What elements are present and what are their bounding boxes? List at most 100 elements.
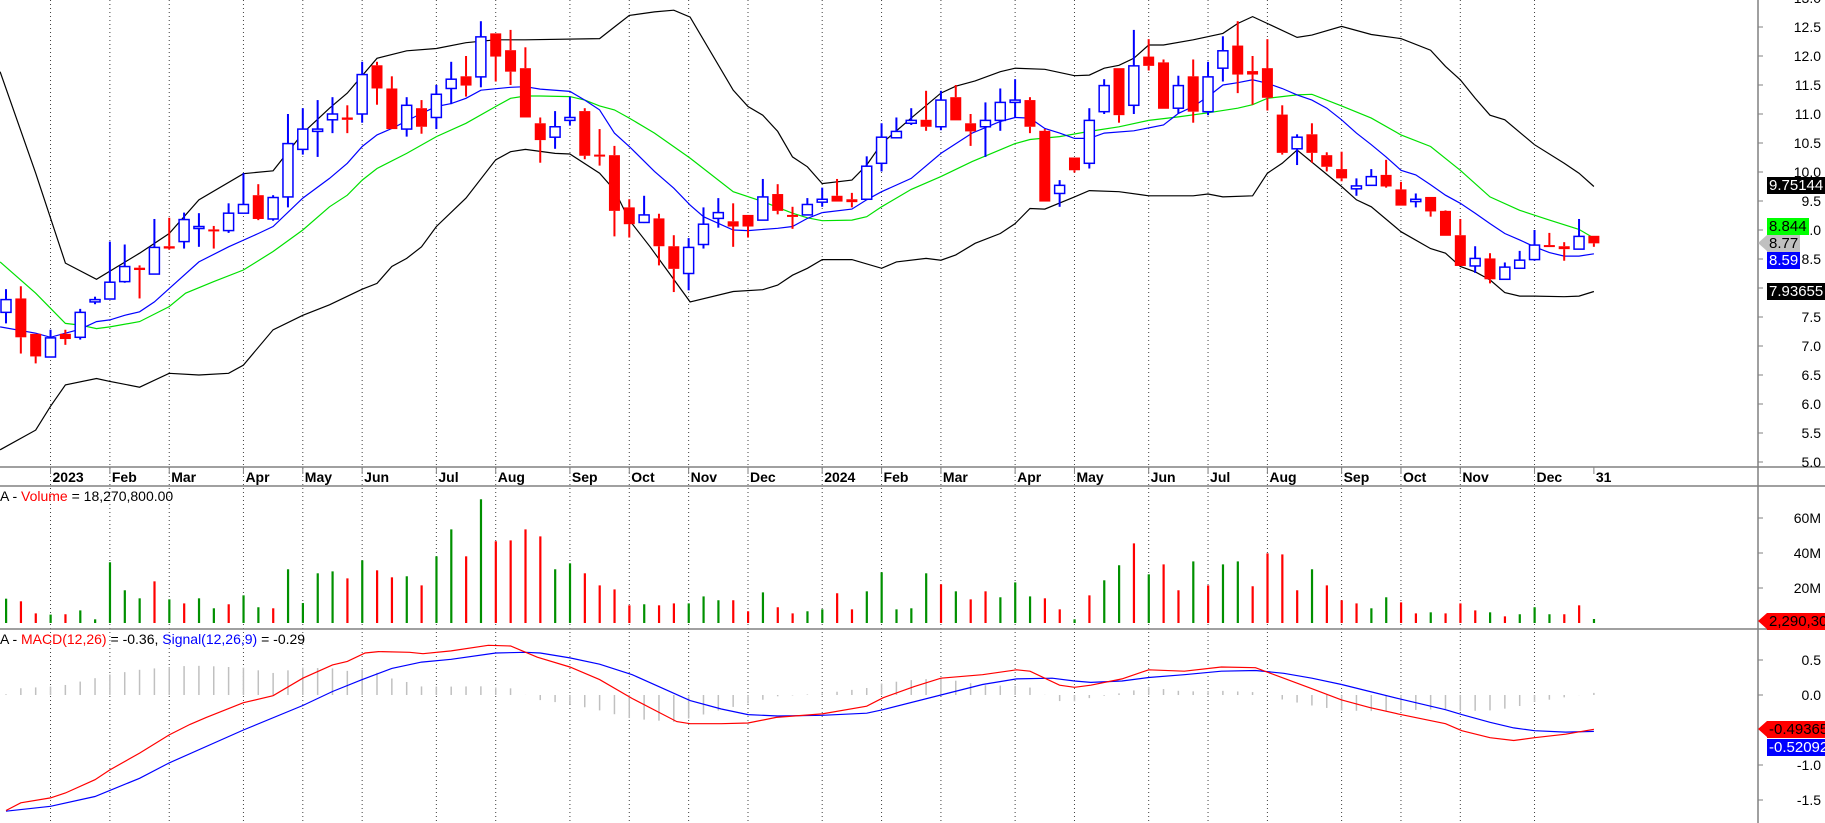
candle-body — [400, 104, 413, 130]
candle-body — [1247, 71, 1259, 75]
candle — [193, 213, 205, 247]
candle-body — [1306, 134, 1318, 153]
candle-body — [1158, 62, 1170, 109]
candle-body — [15, 298, 27, 338]
candle — [163, 217, 175, 250]
date-label: Mar — [171, 469, 197, 485]
price-axis-label: 10.5 — [1793, 135, 1821, 151]
volume-bar — [1414, 613, 1417, 623]
volume-bar — [212, 608, 215, 623]
volume-bar — [1325, 585, 1328, 623]
volume-bar — [49, 614, 52, 623]
candle — [1128, 29, 1140, 114]
candle-body — [1039, 130, 1051, 202]
volume-bar — [761, 592, 765, 623]
candle — [519, 47, 531, 118]
date-label: May — [1076, 469, 1104, 485]
candle-body — [1053, 184, 1066, 195]
candle — [816, 187, 828, 207]
date-label: Feb — [883, 469, 909, 485]
candle — [579, 108, 591, 160]
candle — [1484, 253, 1496, 284]
candle-body — [920, 119, 932, 127]
candle — [252, 184, 264, 221]
candle — [1039, 129, 1051, 202]
candle — [297, 108, 309, 155]
volume-bar — [5, 598, 8, 623]
candle-body — [935, 99, 947, 128]
volume-value: = 18,270,800.00 — [67, 488, 174, 504]
volume-bar — [509, 540, 512, 623]
volume-bar — [880, 572, 883, 623]
candle — [1202, 61, 1214, 116]
volume-axis-label: 40M — [1793, 545, 1821, 561]
candle — [1499, 262, 1511, 281]
price-axis-label: 12.5 — [1793, 19, 1821, 35]
price-axis-label: 6.0 — [1801, 396, 1821, 412]
candle — [875, 123, 888, 172]
volume-bar — [1578, 605, 1581, 623]
price-axis-label: 11.5 — [1794, 77, 1821, 93]
lower-bollinger-band — [0, 148, 1595, 451]
volume-bar — [153, 581, 156, 623]
date-label: Oct — [1402, 469, 1427, 485]
macd-last-tag: -0.49365 — [1757, 721, 1825, 738]
candle-body — [579, 111, 591, 156]
volume-bar — [568, 563, 572, 623]
candle-body — [608, 155, 620, 211]
volume-bar — [197, 598, 201, 623]
volume-bar — [1073, 619, 1076, 623]
candle-body — [772, 194, 784, 211]
volume-bar — [34, 613, 37, 623]
date-label: 2024 — [824, 469, 856, 485]
date-label: Jul — [1210, 469, 1231, 485]
price-axis-label: 5.0 — [1801, 454, 1821, 470]
volume-bar — [1548, 614, 1551, 623]
volume-bar — [94, 619, 97, 623]
date-label: Sep — [1343, 469, 1370, 485]
macd-pane[interactable] — [5, 644, 1595, 812]
date-label: Mar — [942, 469, 968, 485]
candle-body — [1202, 76, 1214, 113]
volume-bar — [1177, 590, 1180, 623]
candle-body — [222, 212, 235, 232]
candle — [460, 56, 472, 97]
volume-bar — [1221, 564, 1225, 623]
candle-body — [237, 203, 250, 214]
volume-bar — [494, 541, 497, 623]
candle-body — [1350, 185, 1363, 190]
volume-bar — [1281, 554, 1284, 623]
volume-bar — [435, 556, 438, 623]
candle — [1068, 157, 1080, 173]
volume-bar — [390, 577, 394, 623]
price-axis-label: 5.5 — [1801, 425, 1821, 441]
volume-pane[interactable] — [5, 499, 1596, 623]
candle — [1588, 235, 1600, 247]
candle — [237, 173, 250, 214]
candle-body — [816, 198, 828, 203]
volume-bar — [1132, 543, 1136, 623]
candle-body — [594, 154, 606, 157]
candle — [416, 100, 428, 134]
candle — [1380, 159, 1392, 188]
volume-bar — [895, 609, 898, 623]
candle — [400, 97, 413, 137]
volume-bar — [19, 601, 23, 623]
candle — [490, 33, 502, 82]
volume-bar — [1192, 561, 1195, 623]
candle-body — [860, 165, 873, 201]
price-pane[interactable] — [0, 9, 1600, 451]
date-label: Aug — [497, 469, 525, 485]
price-axis-label: 13.0 — [1794, 0, 1821, 6]
volume-bar — [465, 556, 468, 623]
candle-body — [297, 128, 309, 151]
volume-bar — [1503, 616, 1507, 623]
volume-bar — [999, 597, 1002, 623]
candle-body — [1425, 196, 1437, 212]
candle — [1469, 246, 1481, 273]
stock-chart[interactable] — [0, 0, 1825, 823]
volume-bar — [1370, 608, 1373, 623]
candle-body — [89, 298, 101, 303]
date-label: Apr — [245, 469, 270, 485]
signal-value: = -0.29 — [257, 631, 306, 647]
